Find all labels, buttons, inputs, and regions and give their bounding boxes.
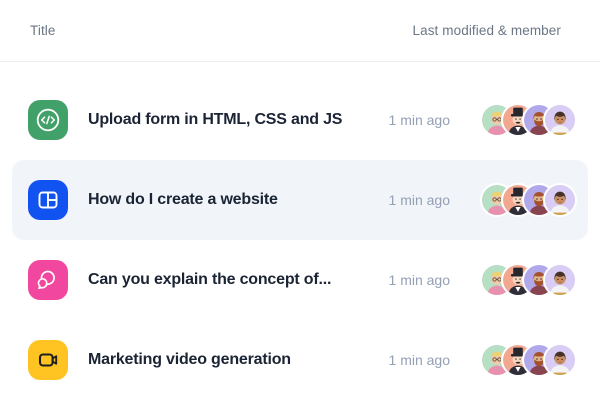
item-title: Marketing video generation xyxy=(88,351,291,369)
last-modified: 1 min ago xyxy=(389,112,450,128)
list-header: Title Last modified & member xyxy=(0,0,600,62)
last-modified: 1 min ago xyxy=(389,192,450,208)
layout-columns-icon xyxy=(28,180,68,220)
member-avatars xyxy=(480,183,577,217)
column-header-modified-member: Last modified & member xyxy=(412,23,561,38)
avatar-member-4 xyxy=(543,343,577,377)
item-title: How do I create a website xyxy=(88,191,278,209)
list-item-explain-concept[interactable]: Can you explain the concept of... 1 min … xyxy=(12,240,588,320)
video-camera-icon xyxy=(28,340,68,380)
item-title: Can you explain the concept of... xyxy=(88,271,331,289)
item-list: Upload form in HTML, CSS and JS 1 min ag… xyxy=(0,80,600,400)
list-item-upload-form[interactable]: Upload form in HTML, CSS and JS 1 min ag… xyxy=(12,80,588,160)
list-item-create-website[interactable]: How do I create a website 1 min ago xyxy=(12,160,588,240)
list-item-marketing-video[interactable]: Marketing video generation 1 min ago xyxy=(12,320,588,400)
last-modified: 1 min ago xyxy=(389,272,450,288)
avatar-member-4 xyxy=(543,183,577,217)
last-modified: 1 min ago xyxy=(389,352,450,368)
column-header-title: Title xyxy=(30,23,56,38)
avatar-member-4 xyxy=(543,263,577,297)
code-circle-icon xyxy=(28,100,68,140)
member-avatars xyxy=(480,343,577,377)
item-title: Upload form in HTML, CSS and JS xyxy=(88,111,342,129)
chat-bubbles-icon xyxy=(28,260,68,300)
avatar-member-4 xyxy=(543,103,577,137)
member-avatars xyxy=(480,103,577,137)
member-avatars xyxy=(480,263,577,297)
